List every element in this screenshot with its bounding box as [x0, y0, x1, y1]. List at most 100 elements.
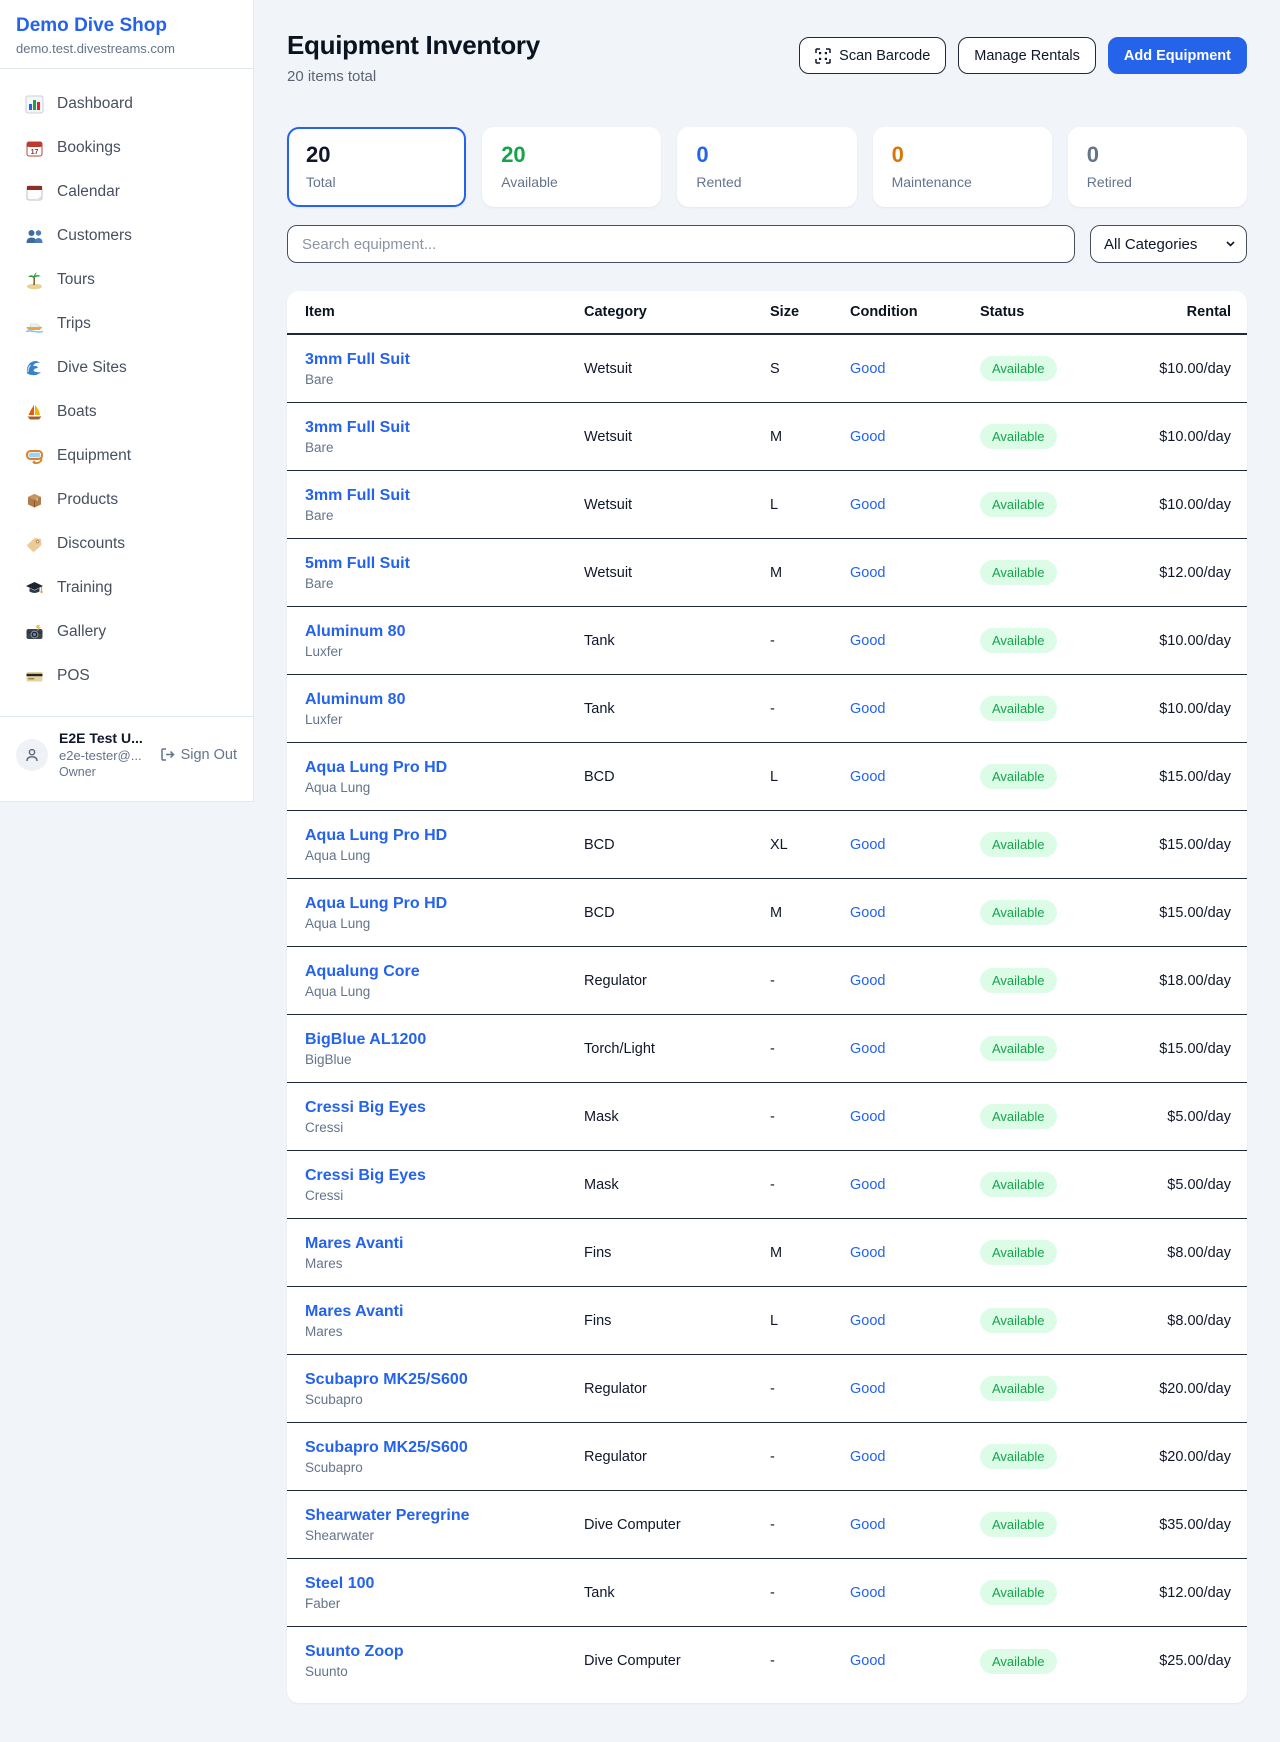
item-name-link[interactable]: Scubapro MK25/S600 [305, 1439, 468, 1456]
sidebar-item-trips[interactable]: Trips [14, 304, 239, 344]
cell-rental: $10.00/day [1147, 497, 1231, 513]
cell-status: Available [980, 628, 1147, 653]
sidebar-item-dashboard[interactable]: Dashboard [14, 84, 239, 124]
item-name-link[interactable]: Shearwater Peregrine [305, 1507, 470, 1524]
condition-link[interactable]: Good [850, 361, 885, 377]
condition-link[interactable]: Good [850, 1177, 885, 1193]
condition-link[interactable]: Good [850, 1585, 885, 1601]
sidebar-item-gallery[interactable]: Gallery [14, 612, 239, 652]
condition-link[interactable]: Good [850, 633, 885, 649]
cell-status: Available [980, 492, 1147, 517]
cell-size: M [770, 565, 850, 581]
cell-item: Cressi Big Eyes Cressi [305, 1167, 584, 1203]
item-name-link[interactable]: 3mm Full Suit [305, 351, 410, 368]
stat-card[interactable]: 0 Retired [1068, 127, 1247, 207]
item-name-link[interactable]: Scubapro MK25/S600 [305, 1371, 468, 1388]
condition-link[interactable]: Good [850, 1041, 885, 1057]
condition-link[interactable]: Good [850, 1109, 885, 1125]
stat-card[interactable]: 20 Total [287, 127, 466, 207]
cell-category: Tank [584, 1585, 770, 1601]
condition-link[interactable]: Good [850, 1517, 885, 1533]
condition-link[interactable]: Good [850, 1653, 885, 1669]
item-name-link[interactable]: Aluminum 80 [305, 691, 405, 708]
sidebar-item-tours[interactable]: Tours [14, 260, 239, 300]
item-name-link[interactable]: Mares Avanti [305, 1303, 403, 1320]
cell-size: - [770, 1517, 850, 1533]
sign-out-button[interactable]: Sign Out [160, 747, 237, 763]
item-name-link[interactable]: Aqua Lung Pro HD [305, 827, 447, 844]
cell-category: Tank [584, 633, 770, 649]
avatar [16, 739, 48, 771]
sidebar-item-label: Products [57, 491, 118, 509]
table-row: Scubapro MK25/S600 Scubapro Regulator - … [287, 1423, 1247, 1491]
cell-category: Regulator [584, 1449, 770, 1465]
equipment-table: Item Category Size Condition Status Rent… [287, 291, 1247, 1703]
item-name-link[interactable]: Aluminum 80 [305, 623, 405, 640]
sidebar-item-calendar[interactable]: Calendar [14, 172, 239, 212]
item-name-link[interactable]: Aqualung Core [305, 963, 420, 980]
stat-card[interactable]: 0 Maintenance [873, 127, 1052, 207]
condition-link[interactable]: Good [850, 701, 885, 717]
table-row: Shearwater Peregrine Shearwater Dive Com… [287, 1491, 1247, 1559]
cell-category: Wetsuit [584, 361, 770, 377]
condition-link[interactable]: Good [850, 1313, 885, 1329]
item-name-link[interactable]: Aqua Lung Pro HD [305, 895, 447, 912]
condition-link[interactable]: Good [850, 973, 885, 989]
condition-link[interactable]: Good [850, 769, 885, 785]
item-name-link[interactable]: Mares Avanti [305, 1235, 403, 1252]
search-input[interactable] [287, 225, 1075, 263]
sidebar-item-bookings[interactable]: 17 Bookings [14, 128, 239, 168]
sidebar-item-boats[interactable]: Boats [14, 392, 239, 432]
sidebar-item-pos[interactable]: POS [14, 656, 239, 696]
sidebar-item-discounts[interactable]: Discounts [14, 524, 239, 564]
cell-condition: Good [850, 1312, 980, 1330]
condition-link[interactable]: Good [850, 905, 885, 921]
item-name-link[interactable]: Cressi Big Eyes [305, 1167, 426, 1184]
camera-flash-icon [25, 623, 44, 642]
table-row: Aluminum 80 Luxfer Tank - Good Available… [287, 675, 1247, 743]
item-name-link[interactable]: 3mm Full Suit [305, 487, 410, 504]
item-name-link[interactable]: 5mm Full Suit [305, 555, 410, 572]
add-equipment-button[interactable]: Add Equipment [1108, 37, 1247, 74]
condition-link[interactable]: Good [850, 565, 885, 581]
cell-item: Cressi Big Eyes Cressi [305, 1099, 584, 1135]
barcode-scan-icon [815, 48, 831, 64]
scan-barcode-button[interactable]: Scan Barcode [799, 37, 946, 74]
item-name-link[interactable]: Cressi Big Eyes [305, 1099, 426, 1116]
condition-link[interactable]: Good [850, 1245, 885, 1261]
cell-size: - [770, 1109, 850, 1125]
item-name-link[interactable]: BigBlue AL1200 [305, 1031, 426, 1048]
scan-barcode-label: Scan Barcode [839, 48, 930, 64]
cell-rental: $12.00/day [1147, 565, 1231, 581]
item-name-link[interactable]: Aqua Lung Pro HD [305, 759, 447, 776]
item-name-link[interactable]: Suunto Zoop [305, 1643, 404, 1660]
table-row: Aluminum 80 Luxfer Tank - Good Available… [287, 607, 1247, 675]
condition-link[interactable]: Good [850, 837, 885, 853]
item-name-link[interactable]: Steel 100 [305, 1575, 374, 1592]
sidebar-item-customers[interactable]: Customers [14, 216, 239, 256]
sidebar-item-equipment[interactable]: Equipment [14, 436, 239, 476]
sidebar-item-products[interactable]: Products [14, 480, 239, 520]
stat-card[interactable]: 0 Rented [677, 127, 856, 207]
cell-size: - [770, 1449, 850, 1465]
sidebar-item-training[interactable]: Training [14, 568, 239, 608]
status-badge: Available [980, 1308, 1057, 1333]
condition-link[interactable]: Good [850, 497, 885, 513]
cell-size: - [770, 633, 850, 649]
condition-link[interactable]: Good [850, 429, 885, 445]
condition-link[interactable]: Good [850, 1381, 885, 1397]
sidebar-item-label: Equipment [57, 447, 131, 465]
condition-link[interactable]: Good [850, 1449, 885, 1465]
cell-size: L [770, 1313, 850, 1329]
cell-category: BCD [584, 769, 770, 785]
manage-rentals-button[interactable]: Manage Rentals [958, 37, 1096, 74]
category-select[interactable]: All Categories [1090, 225, 1247, 263]
item-brand: Aqua Lung [305, 916, 584, 931]
cell-status: Available [980, 832, 1147, 857]
item-name-link[interactable]: 3mm Full Suit [305, 419, 410, 436]
status-badge: Available [980, 424, 1057, 449]
sidebar-item-dive-sites[interactable]: Dive Sites [14, 348, 239, 388]
cell-condition: Good [850, 1108, 980, 1126]
cell-size: M [770, 1245, 850, 1261]
stat-card[interactable]: 20 Available [482, 127, 661, 207]
